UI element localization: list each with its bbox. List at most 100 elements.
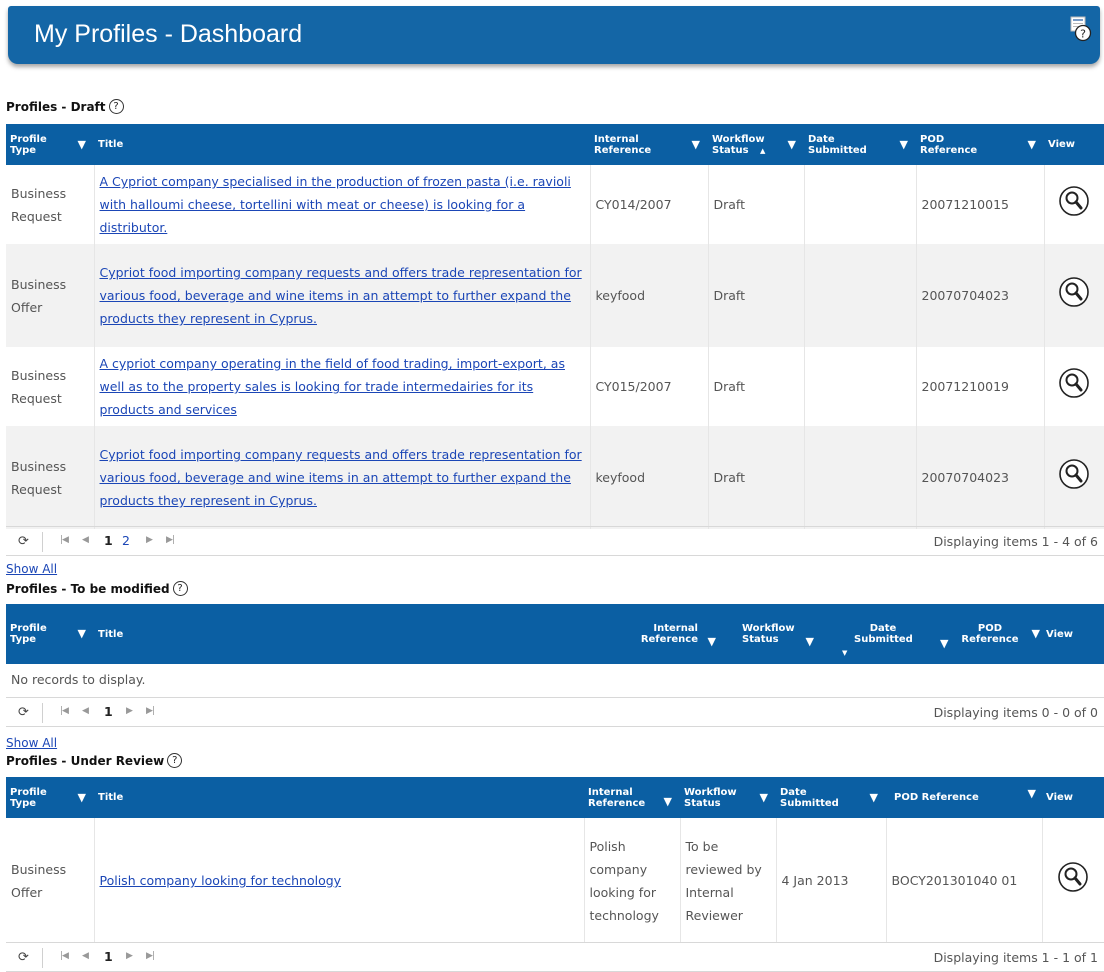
sort-ascending-icon: ▲ <box>760 147 766 155</box>
under-review-grid: Profile Type ▼ Title Internal Reference ▼ … <box>6 777 1104 943</box>
refresh-icon[interactable]: ⟳ <box>18 705 29 720</box>
column-header-pod-reference[interactable]: POD Reference ▼ <box>886 777 1042 818</box>
column-header-profile-type[interactable]: Profile Type ▼ <box>6 604 94 664</box>
profile-title-link[interactable]: Cypriot food importing company requests … <box>100 265 582 326</box>
column-label: POD Reference <box>961 623 1019 645</box>
profile-title-link[interactable]: A Cypriot company specialised in the pro… <box>100 174 571 235</box>
column-header-workflow-status[interactable]: Workflow Status ▼ <box>730 604 826 664</box>
workflow-status: To be reviewed by Internal Reviewer <box>680 818 777 943</box>
next-page-icon[interactable]: ▶ <box>146 535 153 545</box>
section-title-under-review-text: Profiles - Under Review <box>6 754 165 768</box>
pager-info: Displaying items 0 - 0 of 0 <box>933 705 1098 720</box>
column-header-pod-reference[interactable]: POD Reference ▼ <box>916 124 1044 165</box>
column-header-date-submitted[interactable]: Date Submitted ▼ <box>804 124 916 165</box>
filter-icon[interactable]: ▼ <box>806 636 814 647</box>
refresh-icon[interactable]: ⟳ <box>18 534 29 549</box>
filter-icon[interactable]: ▼ <box>760 792 768 803</box>
column-header-view: View <box>1042 604 1104 664</box>
column-header-pod-reference[interactable]: ▼ POD Reference ▼ <box>936 604 1042 664</box>
page-number[interactable]: 1 <box>104 533 113 548</box>
profile-type: Request <box>11 481 62 497</box>
date-submitted <box>804 244 917 347</box>
filter-icon[interactable]: ▼ <box>78 628 86 639</box>
column-header-title[interactable]: Title <box>94 604 634 664</box>
table-row: Business Request A Cypriot company specia… <box>6 165 1104 244</box>
first-page-icon[interactable]: |◀ <box>60 706 69 716</box>
first-page-icon[interactable]: |◀ <box>60 535 69 545</box>
date-submitted <box>804 165 917 244</box>
previous-page-icon[interactable]: ◀ <box>82 706 89 716</box>
filter-icon[interactable]: ▼ <box>940 638 948 649</box>
column-label: Workflow Status <box>712 133 765 156</box>
workflow-status: Draft <box>708 426 805 529</box>
internal-reference: CY015/2007 <box>590 347 709 426</box>
column-label: Profile Type <box>10 786 47 809</box>
refresh-icon[interactable]: ⟳ <box>18 950 29 965</box>
column-label: View <box>1046 628 1074 640</box>
show-all-link[interactable]: Show All <box>6 736 57 750</box>
divider <box>42 532 43 552</box>
no-records-message: No records to display. <box>11 671 146 687</box>
pager-info: Displaying items 1 - 1 of 1 <box>933 950 1098 965</box>
filter-icon[interactable]: ▼ <box>664 796 672 807</box>
magnifier-icon[interactable] <box>1058 277 1090 311</box>
magnifier-icon[interactable] <box>1058 368 1090 402</box>
column-label: Title <box>98 628 124 640</box>
help-icon[interactable]: ? <box>167 753 183 768</box>
filter-icon[interactable]: ▼ <box>708 636 716 647</box>
column-label: Workflow Status <box>684 786 737 809</box>
filter-icon[interactable]: ▼ <box>78 792 86 803</box>
column-label: Internal Reference <box>640 623 698 645</box>
pod-reference: 20070704023 <box>916 426 1045 529</box>
first-page-icon[interactable]: |◀ <box>60 951 69 961</box>
profile-title-link[interactable]: A cypriot company operating in the field… <box>100 356 565 417</box>
magnifier-icon[interactable] <box>1058 186 1090 220</box>
column-header-title[interactable]: Title <box>94 777 584 818</box>
show-all-link[interactable]: Show All <box>6 562 57 576</box>
profile-type: Request <box>11 390 62 406</box>
filter-icon[interactable]: ▼ <box>788 139 796 150</box>
next-page-icon[interactable]: ▶ <box>126 951 133 961</box>
column-header-workflow-status[interactable]: Workflow Status ▼ <box>680 777 776 818</box>
internal-reference: keyfood <box>590 244 709 347</box>
column-header-internal-reference[interactable]: Internal Reference ▼ <box>584 777 680 818</box>
page-number[interactable]: 1 <box>104 949 113 964</box>
help-icon[interactable]: ? <box>108 99 124 114</box>
magnifier-icon[interactable] <box>1057 862 1089 896</box>
column-header-workflow-status[interactable]: Workflow Status ▲ ▼ <box>708 124 804 165</box>
filter-icon[interactable]: ▼ <box>78 139 86 150</box>
column-header-internal-reference[interactable]: Internal Reference ▼ <box>634 604 730 664</box>
column-header-date-submitted[interactable]: Date Submitted ▼ <box>776 777 886 818</box>
last-page-icon[interactable]: ▶| <box>146 706 155 716</box>
column-header-view: View <box>1044 124 1104 165</box>
help-icon[interactable]: ? <box>172 581 188 596</box>
section-title-draft: Profiles - Draft? <box>6 99 124 114</box>
column-header-profile-type[interactable]: Profile Type ▼ <box>6 124 94 165</box>
profile-type: Request <box>11 208 62 224</box>
page-number[interactable]: 1 <box>104 704 113 719</box>
profile-title-link[interactable]: Cypriot food importing company requests … <box>100 447 582 508</box>
filter-icon[interactable]: ▼ <box>1028 788 1036 799</box>
column-header-profile-type[interactable]: Profile Type ▼ <box>6 777 94 818</box>
pod-reference: BOCY201301040 01 <box>886 818 1043 943</box>
filter-icon[interactable]: ▼ <box>1028 139 1036 150</box>
filter-icon[interactable]: ▼ <box>900 139 908 150</box>
last-page-icon[interactable]: ▶| <box>166 535 175 545</box>
column-header-internal-reference[interactable]: Internal Reference ▼ <box>590 124 708 165</box>
to-be-modified-grid: Profile Type ▼ Title Internal Reference ▼ … <box>6 604 1104 694</box>
column-label: View <box>1048 139 1076 150</box>
help-icon[interactable]: ? <box>1070 16 1092 42</box>
page-number[interactable]: 2 <box>122 533 130 548</box>
profile-title-link[interactable]: Polish company looking for technology <box>100 873 342 888</box>
magnifier-icon[interactable] <box>1058 459 1090 493</box>
last-page-icon[interactable]: ▶| <box>146 951 155 961</box>
filter-icon[interactable]: ▼ <box>870 792 878 803</box>
profile-type: Offer <box>11 884 43 900</box>
filter-icon[interactable]: ▼ <box>692 139 700 150</box>
previous-page-icon[interactable]: ◀ <box>82 951 89 961</box>
column-header-title[interactable]: Title <box>94 124 590 165</box>
column-header-date-submitted[interactable]: Date Submitted ▼ <box>826 604 936 664</box>
next-page-icon[interactable]: ▶ <box>126 706 133 716</box>
filter-icon[interactable]: ▼ <box>1032 628 1040 639</box>
previous-page-icon[interactable]: ◀ <box>82 535 89 545</box>
